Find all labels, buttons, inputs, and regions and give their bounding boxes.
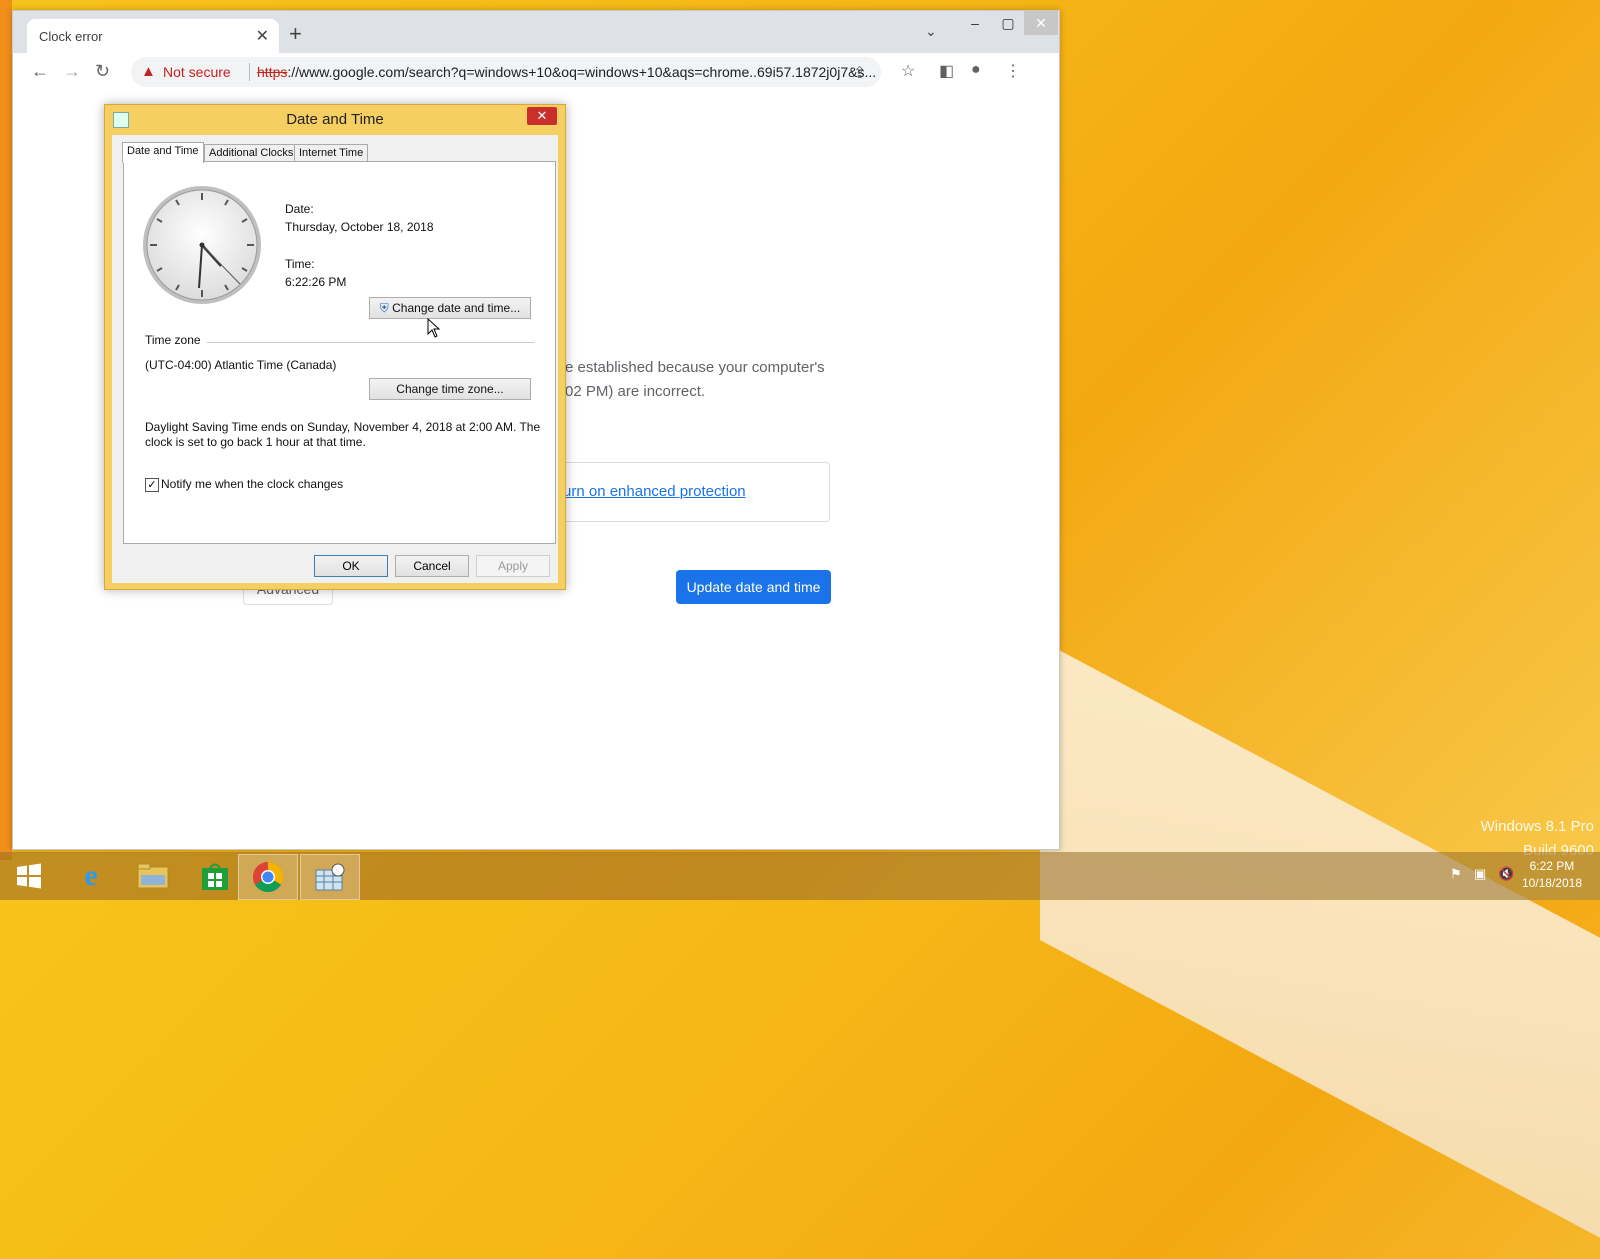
- url-scheme: https: [257, 64, 288, 80]
- notify-checkbox[interactable]: ✓: [145, 478, 159, 492]
- wallpaper-shape: [1040, 640, 1600, 1259]
- browser-titlebar: Clock error ✕ + ⌄ – ▢ ✕: [13, 11, 1059, 53]
- mouse-cursor-icon: [427, 318, 441, 338]
- tab-date-and-time[interactable]: Date and Time: [122, 142, 204, 163]
- time-zone-divider: [207, 342, 534, 343]
- date-label: Date:: [285, 202, 314, 216]
- date-time-dialog: Date and Time ✕ Date and Time Additional…: [104, 104, 566, 590]
- enhanced-protection-link[interactable]: urn on enhanced protection: [563, 483, 746, 500]
- browser-toolbar: ← → ↻ ▲ Not secure https://www.google.co…: [13, 53, 1059, 92]
- profile-avatar-icon[interactable]: ●: [971, 61, 981, 79]
- url-rest: ://www.google.com/search?q=windows+10&oq…: [287, 64, 877, 80]
- tab-additional-clocks[interactable]: Additional Clocks: [204, 144, 299, 162]
- clock-error-message: e established because your computer's 02…: [565, 356, 865, 404]
- analog-clock-icon: [143, 186, 261, 304]
- omnibox-divider: [249, 63, 250, 81]
- dst-line-2: clock is set to go back 1 hour at that t…: [145, 435, 366, 449]
- forward-button[interactable]: →: [63, 61, 81, 82]
- start-button[interactable]: [0, 854, 58, 898]
- control-panel-clock-icon: [315, 863, 345, 891]
- time-zone-heading: Time zone: [145, 333, 201, 347]
- taskbar-time: 6:22 PM: [1529, 859, 1575, 873]
- apply-button[interactable]: Apply: [476, 555, 550, 577]
- volume-muted-icon[interactable]: 🔇: [1498, 866, 1514, 882]
- internet-explorer-button[interactable]: e: [62, 854, 120, 898]
- date-value: Thursday, October 18, 2018: [285, 220, 434, 234]
- change-date-time-button[interactable]: ⛨ Change date and time...: [369, 297, 531, 319]
- dialog-title: Date and Time: [286, 111, 384, 128]
- minimize-button[interactable]: –: [958, 11, 992, 35]
- chrome-icon: [252, 862, 284, 893]
- edition-label: Windows 8.1 Pro: [1480, 818, 1594, 835]
- time-value: 6:22:26 PM: [285, 275, 347, 289]
- dst-line-1: Daylight Saving Time ends on Sunday, Nov…: [145, 420, 541, 434]
- taskbar-date: 10/18/2018: [1521, 876, 1582, 890]
- error-line-1: e established because your computer's: [565, 359, 825, 376]
- ok-button[interactable]: OK: [314, 555, 388, 577]
- warning-icon[interactable]: ▲: [141, 63, 156, 80]
- address-bar[interactable]: ▲ Not secure https://www.google.com/sear…: [131, 57, 881, 87]
- tab-clock-error[interactable]: Clock error ✕: [27, 19, 279, 53]
- windows-logo-icon: [17, 863, 41, 889]
- maximize-button[interactable]: ▢: [991, 11, 1025, 35]
- taskbar: e ⚑ ▣ 🔇 6:22 PM 10/18/2018: [0, 852, 1600, 900]
- not-secure-label[interactable]: Not secure: [163, 64, 231, 80]
- taskbar-clock[interactable]: 6:22 PM 10/18/2018: [1522, 858, 1582, 892]
- error-line-2: 02 PM) are incorrect.: [565, 383, 706, 400]
- side-panel-icon[interactable]: ◧: [939, 61, 954, 81]
- folder-icon: [137, 863, 169, 889]
- notify-checkbox-label[interactable]: Notify me when the clock changes: [161, 477, 343, 491]
- back-button[interactable]: ←: [31, 61, 49, 82]
- tab-close-icon[interactable]: ✕: [256, 26, 269, 46]
- bookmark-star-icon[interactable]: ☆: [901, 61, 915, 81]
- date-time-taskbar-button[interactable]: [300, 854, 360, 900]
- store-button[interactable]: [186, 854, 244, 898]
- time-zone-value: (UTC-04:00) Atlantic Time (Canada): [145, 358, 337, 372]
- file-explorer-button[interactable]: [124, 854, 182, 898]
- wallpaper-edge: [0, 0, 12, 860]
- date-time-pane: Date: Thursday, October 18, 2018 Time: 6…: [123, 161, 556, 544]
- internet-explorer-icon: e: [84, 859, 98, 892]
- dialog-close-button[interactable]: ✕: [527, 107, 557, 125]
- cancel-button[interactable]: Cancel: [395, 555, 469, 577]
- enhanced-protection-box: urn on enhanced protection: [563, 462, 830, 522]
- update-date-time-button[interactable]: Update date and time: [676, 570, 831, 604]
- tab-search-chevron-icon[interactable]: ⌄: [925, 23, 937, 40]
- menu-kebab-icon[interactable]: ⋮: [1005, 61, 1021, 81]
- change-time-zone-button[interactable]: Change time zone...: [369, 378, 531, 400]
- new-tab-button[interactable]: +: [289, 21, 302, 47]
- tab-title: Clock error: [39, 29, 103, 44]
- close-window-button[interactable]: ✕: [1024, 11, 1058, 35]
- store-bag-icon: [202, 863, 228, 890]
- reload-button[interactable]: ↻: [95, 61, 110, 82]
- change-date-time-label: Change date and time...: [392, 301, 521, 315]
- action-center-flag-icon[interactable]: ⚑: [1450, 866, 1462, 882]
- share-icon[interactable]: ⇪: [853, 63, 866, 83]
- dialog-body: Date and Time Additional Clocks Internet…: [112, 135, 558, 583]
- time-label: Time:: [285, 257, 315, 271]
- url-text[interactable]: https://www.google.com/search?q=windows+…: [257, 64, 877, 80]
- uac-shield-icon: ⛨: [379, 301, 389, 315]
- chrome-taskbar-button[interactable]: [238, 854, 298, 900]
- tab-internet-time[interactable]: Internet Time: [294, 144, 369, 162]
- network-icon[interactable]: ▣: [1474, 866, 1486, 882]
